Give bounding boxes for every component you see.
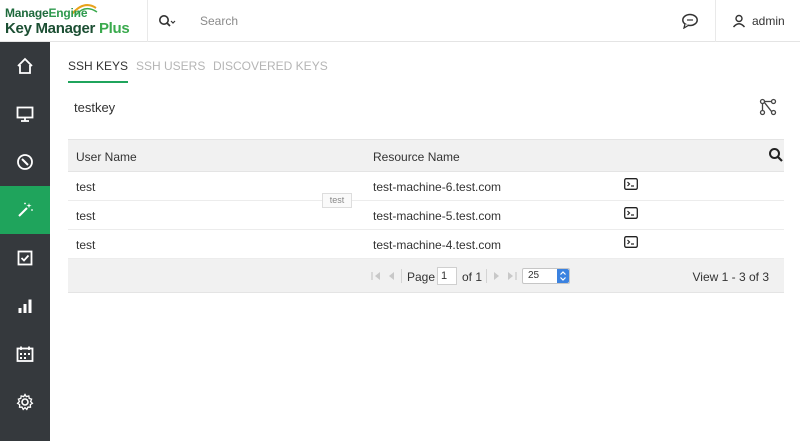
gear-icon: [16, 393, 34, 411]
calendar-icon: [16, 346, 34, 362]
sidebar: [0, 42, 50, 441]
key-name-title: testkey: [74, 100, 116, 115]
search-icon: [159, 15, 176, 27]
brand-manage: Manage: [5, 6, 49, 20]
terminal-icon[interactable]: [624, 178, 638, 190]
brand-logo[interactable]: ManageEngine Key Manager Plus: [0, 0, 148, 42]
checklist-icon: [17, 250, 33, 266]
table-row[interactable]: test test test-machine-5.test.com: [68, 193, 784, 230]
tab-ssh-keys[interactable]: SSH KEYS: [68, 59, 129, 83]
cell-user: test: [76, 180, 96, 194]
select-arrow: [557, 269, 569, 283]
tab-discovered-keys[interactable]: DISCOVERED KEYS: [213, 59, 328, 83]
page-size-select[interactable]: 25: [522, 268, 570, 284]
column-resource-name[interactable]: Resource Name: [373, 150, 460, 164]
brand-product: Key Manager: [5, 20, 99, 37]
cell-user: test: [76, 209, 96, 223]
page-number-input[interactable]: [437, 267, 457, 285]
brand-engine: Engine: [48, 6, 88, 20]
table-row[interactable]: test test-machine-4.test.com: [68, 230, 784, 259]
cell-resource: test-machine-4.test.com: [373, 238, 502, 252]
resource-table: User Name Resource Name test test-machin…: [68, 139, 784, 293]
sidebar-item-tasks[interactable]: [0, 234, 50, 282]
home-icon: [17, 57, 33, 74]
sidebar-item-reports[interactable]: [0, 282, 50, 330]
page-size-value: 25: [528, 270, 540, 281]
monitor-icon: [16, 106, 34, 122]
chat-icon: [681, 13, 698, 29]
column-user-name[interactable]: User Name: [76, 150, 137, 164]
table-header: User Name Resource Name: [68, 139, 784, 172]
sidebar-item-settings[interactable]: [0, 378, 50, 426]
user-name: admin: [752, 14, 785, 28]
chat-button[interactable]: [664, 0, 716, 42]
sidebar-item-resources[interactable]: [0, 90, 50, 138]
compass-icon: [17, 154, 33, 170]
network-nodes-icon: [759, 98, 777, 116]
cell-user: test: [76, 238, 96, 252]
page-of-label: of 1: [462, 270, 483, 284]
prev-page-icon[interactable]: [386, 272, 396, 280]
updown-chevron-icon: [560, 271, 566, 281]
sidebar-item-scheduler[interactable]: [0, 330, 50, 378]
search-input[interactable]: [200, 12, 500, 30]
brand-plus: Plus: [98, 20, 130, 37]
cell-resource: test-machine-5.test.com: [373, 209, 502, 223]
table-row[interactable]: test test-machine-6.test.com: [68, 172, 784, 201]
sidebar-item-discovery[interactable]: [0, 138, 50, 186]
associate-button[interactable]: [758, 97, 778, 117]
user-icon: [732, 14, 746, 28]
tab-ssh-users[interactable]: SSH USERS: [136, 59, 205, 83]
cell-tooltip: test: [322, 193, 352, 208]
page-label: Page: [407, 270, 436, 284]
terminal-icon[interactable]: [624, 207, 638, 219]
sidebar-item-home[interactable]: [0, 42, 50, 90]
brand-line1: ManageEngine: [5, 6, 87, 20]
brand-line2: Key Manager Plus: [5, 20, 130, 37]
user-menu-button[interactable]: admin: [732, 0, 800, 42]
search-icon[interactable]: [768, 147, 784, 163]
search-scope-button[interactable]: [150, 0, 184, 42]
bar-chart-icon: [18, 299, 32, 313]
view-count: View 1 - 3 of 3: [692, 270, 770, 284]
pager-separator: [486, 269, 487, 283]
first-page-icon[interactable]: [371, 272, 381, 280]
pagination-bar: Page of 1 25 View 1 - 3 of 3: [68, 259, 784, 293]
magic-wand-icon: [18, 202, 33, 217]
terminal-icon[interactable]: [624, 236, 638, 248]
pager-separator: [401, 269, 402, 283]
top-header: ManageEngine Key Manager Plus admin: [0, 0, 800, 42]
next-page-icon[interactable]: [492, 272, 502, 280]
last-page-icon[interactable]: [507, 272, 517, 280]
cell-resource: test-machine-6.test.com: [373, 180, 502, 194]
sidebar-item-ssh[interactable]: [0, 186, 50, 234]
